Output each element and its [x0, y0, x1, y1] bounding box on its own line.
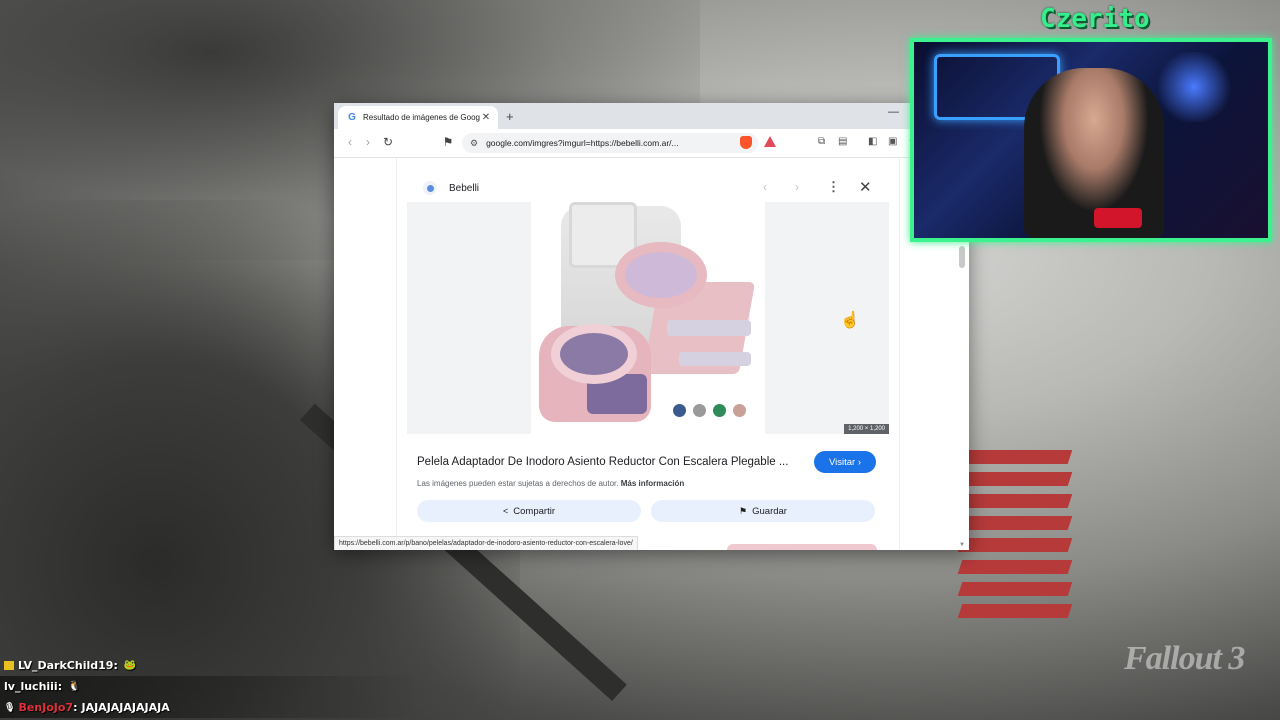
extensions-icon[interactable]: ⧉ [818, 136, 825, 147]
image-dimensions-badge: 1,200 × 1,200 [844, 424, 889, 434]
share-icon: < [503, 506, 509, 516]
seat-ring-shape [615, 242, 707, 308]
google-icon: G [348, 112, 356, 123]
chat-user: LV_DarkChild19 [18, 659, 114, 672]
brave-shield-icon[interactable] [740, 136, 752, 149]
chat-overlay: LV_DarkChild19 : 🐸 lv_luchiii : 🐧 🎙 BenJ… [0, 655, 420, 718]
sidebar-icon[interactable]: ◧ [868, 136, 877, 147]
scrollbar-thumb[interactable] [959, 246, 965, 268]
emote-icon: 🐸 [123, 660, 137, 671]
share-button[interactable]: < Compartir [417, 500, 641, 522]
address-url[interactable]: google.com/imgres?imgurl=https://bebelli… [486, 138, 734, 148]
ladder-step-shape [679, 352, 751, 366]
subscriber-badge-icon [4, 661, 14, 670]
chat-message: LV_DarkChild19 : 🐸 [0, 655, 420, 676]
share-label: Compartir [513, 505, 555, 517]
next-result-thumbnail[interactable] [727, 544, 877, 550]
color-swatch [693, 404, 706, 417]
tab-title: Resultado de imágenes de Google [363, 113, 480, 122]
chevron-right-icon: › [855, 456, 862, 468]
image-preview-panel: Bebelli ‹ › ⋮ ✕ 1,200 × 1,200 Pelela Ada… [396, 158, 900, 550]
mic-badge-icon: 🎙 [4, 702, 16, 713]
color-swatch [713, 404, 726, 417]
address-bar[interactable]: ⚙ google.com/imgres?imgurl=https://bebel… [462, 133, 758, 153]
panel-header: Bebelli ‹ › ⋮ ✕ [407, 178, 889, 198]
visit-button[interactable]: Visitar › [814, 451, 876, 473]
minimize-icon[interactable]: — [888, 106, 899, 118]
color-swatch [673, 404, 686, 417]
webcam-neon-light [1154, 52, 1234, 122]
tab-close-icon[interactable]: ✕ [480, 112, 492, 123]
wallet-icon[interactable]: ▣ [888, 136, 897, 147]
chat-message: 🎙 BenJoJo7 : JAJAJAJAJAJAJA [0, 697, 420, 718]
status-bar-url: https://bebelli.com.ar/p/bano/pelelas/ad… [334, 536, 638, 550]
image-preview[interactable]: 1,200 × 1,200 [407, 202, 889, 434]
scroll-down-icon[interactable]: ▼ [959, 542, 965, 548]
site-favicon-icon [423, 181, 437, 195]
chat-message: lv_luchiii : 🐧 [0, 676, 420, 697]
streamer-name: Czerito [1040, 4, 1150, 34]
site-info-icon[interactable]: ⚙ [470, 138, 478, 149]
webcam-microphone [1094, 208, 1142, 228]
webcam-frame [910, 38, 1272, 242]
chat-separator: : [113, 659, 118, 672]
bookmark-icon: ⚑ [739, 505, 748, 516]
wallpaper-flag [957, 450, 1073, 640]
visit-label: Visitar [828, 456, 856, 468]
chat-user: BenJoJo7 [18, 701, 74, 714]
prev-image-icon[interactable]: ‹ [763, 180, 767, 194]
chat-separator: : [57, 680, 63, 693]
tab-bar: G Resultado de imágenes de Google ✕ + — [334, 103, 969, 129]
forward-arrow-icon[interactable]: › [360, 134, 376, 150]
save-label: Guardar [752, 505, 787, 517]
hand-cursor-icon: ☝ [840, 312, 860, 329]
product-title[interactable]: Pelela Adaptador De Inodoro Asiento Redu… [417, 456, 807, 468]
new-tab-button[interactable]: + [506, 109, 514, 124]
browser-window: G Resultado de imágenes de Google ✕ + — … [334, 103, 969, 550]
chat-separator: : [73, 701, 78, 714]
product-image[interactable] [531, 202, 765, 434]
reload-icon[interactable]: ↻ [380, 134, 396, 150]
next-image-icon[interactable]: › [795, 180, 799, 194]
tab-google-images[interactable]: G Resultado de imágenes de Google ✕ [338, 106, 498, 129]
chat-user: lv_luchiii [4, 680, 58, 693]
copyright-text: Las imágenes pueden estar sujetas a dere… [417, 479, 619, 488]
rewards-icon[interactable] [764, 136, 776, 147]
ladder-step-shape [667, 320, 751, 336]
color-swatches [673, 404, 746, 417]
bookmark-icon[interactable]: ⚑ [440, 134, 456, 150]
site-name[interactable]: Bebelli [449, 183, 479, 194]
game-logo: Fallout 3 [1124, 640, 1245, 677]
more-info-link[interactable]: Más información [621, 479, 685, 488]
color-swatch [733, 404, 746, 417]
close-icon[interactable]: ✕ [859, 178, 872, 196]
emote-icon: 🐧 [68, 681, 81, 692]
potty-seat-shape [551, 324, 637, 384]
back-arrow-icon[interactable]: ‹ [342, 134, 358, 150]
toolbar: ‹ › ↻ ⚑ ⚙ google.com/imgres?imgurl=https… [334, 129, 969, 158]
page-content: Bebelli ‹ › ⋮ ✕ 1,200 × 1,200 Pelela Ada… [334, 158, 969, 550]
save-button[interactable]: ⚑ Guardar [651, 500, 875, 522]
title-row: Pelela Adaptador De Inodoro Asiento Redu… [417, 450, 879, 474]
chat-text: JAJAJAJAJAJAJA [81, 701, 170, 714]
copyright-notice: Las imágenes pueden estar sujetas a dere… [417, 479, 684, 488]
more-vert-icon[interactable]: ⋮ [827, 179, 840, 195]
reader-icon[interactable]: ▤ [838, 136, 847, 147]
